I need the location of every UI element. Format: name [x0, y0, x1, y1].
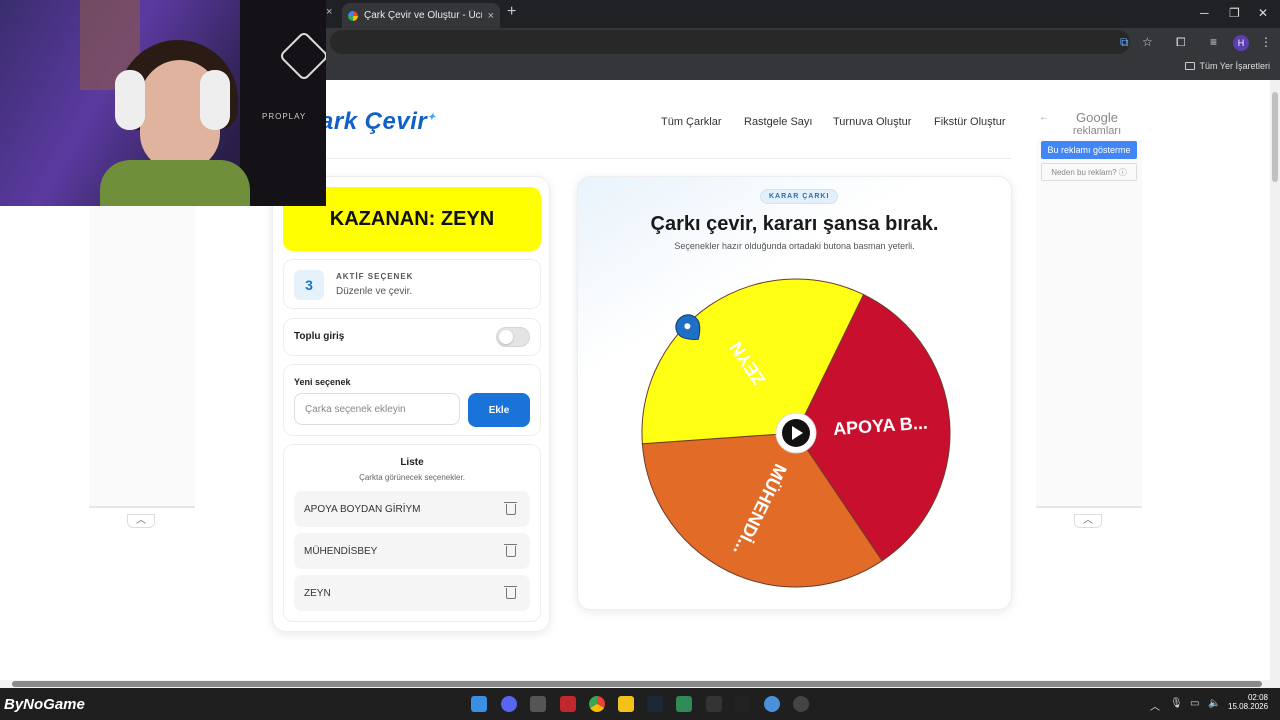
display-icon[interactable]: ▭ [1190, 698, 1199, 709]
bookmark-star-icon[interactable]: ☆ [1142, 35, 1153, 49]
headphone-icon [115, 70, 145, 130]
active-subtitle: Düzenle ve çevir. [336, 286, 413, 297]
list-item[interactable]: APOYA BOYDAN GİRİYM [294, 491, 530, 527]
nav-fixture[interactable]: Fikstür Oluştur [934, 116, 1006, 128]
list-item[interactable]: MÜHENDİSBEY [294, 533, 530, 569]
ad-subtitle: reklamları [1072, 125, 1122, 137]
window-close-icon[interactable]: ✕ [1258, 6, 1268, 20]
why-ad-button[interactable]: Neden bu reklam? ⓘ [1041, 163, 1137, 181]
list-item-label: MÜHENDİSBEY [304, 545, 378, 557]
capcut-icon[interactable] [706, 696, 722, 712]
webcam-overlay: PROPLAY [0, 0, 326, 206]
new-option-card: Yeni seçenek Ekle [283, 364, 541, 436]
trash-icon[interactable] [504, 501, 517, 515]
list-item-label: APOYA BOYDAN GİRİYM [304, 503, 421, 515]
right-ad-slot [1036, 140, 1142, 508]
bulk-entry-label: Toplu giriş [294, 331, 345, 342]
chair-brand: PROPLAY [262, 112, 307, 121]
add-option-button[interactable]: Ekle [468, 393, 530, 427]
headphone-icon [200, 70, 230, 130]
nav-all-wheels[interactable]: Tüm Çarklar [661, 116, 722, 128]
list-subtitle: Çarkta görünecek seçenekler. [359, 473, 465, 482]
webcam-shirt [100, 160, 250, 206]
logo-star-icon: ✦ [427, 112, 437, 123]
ad-brand: Google [1076, 110, 1118, 125]
translate-icon[interactable]: ⧉ [1120, 35, 1129, 50]
minimize-icon[interactable]: ─ [1200, 6, 1209, 20]
back-arrow-icon[interactable]: ← [1039, 112, 1049, 123]
close-icon[interactable]: × [326, 6, 332, 18]
clock[interactable]: 02:08 15.08.2026 [1228, 693, 1268, 711]
tray-chevron-icon[interactable]: ︿ [1150, 698, 1160, 713]
favicon-icon [348, 10, 358, 21]
discord-icon[interactable] [501, 696, 517, 712]
play-app-icon[interactable] [676, 696, 692, 712]
new-option-label: Yeni seçenek [294, 377, 351, 387]
wheel-badge: KARAR ÇARKI [760, 189, 839, 204]
restore-icon[interactable]: ❐ [1229, 6, 1240, 20]
horizontal-scrollbar[interactable] [0, 680, 1280, 688]
chrome-icon[interactable] [589, 696, 605, 712]
bulk-entry-card: Toplu giriş [283, 318, 541, 356]
wheel-title: Çarkı çevir, kararı şansa bırak. [650, 213, 939, 235]
chevron-up-icon[interactable]: ︿ [127, 514, 155, 528]
webcam-chair [240, 0, 326, 206]
trash-icon[interactable] [504, 543, 517, 557]
profile-avatar[interactable]: H [1233, 35, 1249, 51]
microphone-icon[interactable]: 🎙 [1170, 698, 1183, 709]
site-logo[interactable]: ark Çevir✦ [320, 108, 436, 136]
windows-start-icon[interactable] [471, 696, 487, 712]
options-list-card: Liste Çarkta görünecek seçenekler. APOYA… [283, 444, 541, 622]
tab-title: Çark Çevir ve Oluştur - Ücretsiz [364, 10, 482, 21]
active-count: 3 [294, 270, 324, 300]
logo-text: ark Çevir [320, 108, 428, 135]
nav-random-number[interactable]: Rastgele Sayı [744, 116, 812, 128]
all-bookmarks[interactable]: Tüm Yer İşaretleri [1185, 61, 1270, 71]
taskbar: ByNoGame ︿ 🎙 ▭ 🔈 02:08 15.08.2026 [0, 688, 1280, 720]
decision-wheel[interactable]: APOYA B...MÜHENDİ...ZEYN [640, 277, 952, 589]
menu-icon[interactable]: ⋮ [1260, 35, 1272, 49]
tab-close-icon[interactable]: × [488, 10, 494, 22]
extensions-icon[interactable]: ⧠ [1176, 35, 1186, 50]
epic-games-icon[interactable] [735, 696, 751, 712]
trash-icon[interactable] [504, 585, 517, 599]
options-panel: KAZANAN: ZEYN 3 AKTİF SEÇENEK Düzenle ve… [272, 176, 550, 632]
scroll-thumb[interactable] [12, 681, 1262, 687]
clock-date: 15.08.2026 [1228, 702, 1269, 711]
media-icon[interactable]: ≡ [1210, 35, 1217, 49]
new-option-input[interactable] [294, 393, 460, 425]
list-title: Liste [400, 457, 424, 468]
all-bookmarks-label: Tüm Yer İşaretleri [1199, 61, 1270, 71]
vertical-scrollbar[interactable] [1270, 80, 1280, 680]
active-options-card: 3 AKTİF SEÇENEK Düzenle ve çevir. [283, 259, 541, 309]
store-icon[interactable] [530, 696, 546, 712]
toggle-knob [499, 330, 513, 344]
active-title: AKTİF SEÇENEK [336, 272, 414, 281]
google-ad: ← Google reklamları Bu reklamı gösterme … [1037, 110, 1141, 181]
steam-icon[interactable] [647, 696, 663, 712]
file-explorer-icon[interactable] [618, 696, 634, 712]
scroll-thumb[interactable] [1272, 92, 1278, 182]
bynogame-logo: ByNoGame [4, 696, 85, 713]
new-tab-button[interactable]: + [507, 3, 516, 21]
volume-icon[interactable]: 🔈 [1208, 698, 1220, 709]
chevron-up-icon[interactable]: ︿ [1074, 514, 1102, 528]
folder-icon [1185, 62, 1196, 70]
spin-button[interactable] [775, 412, 817, 454]
bulk-entry-toggle[interactable] [496, 327, 530, 347]
network-app-icon[interactable] [764, 696, 780, 712]
hide-ad-button[interactable]: Bu reklamı gösterme [1041, 141, 1137, 159]
clock-time: 02:08 [1247, 693, 1268, 702]
nav-tournament[interactable]: Turnuva Oluştur [833, 116, 911, 128]
wheel-panel: KARAR ÇARKI Çarkı çevir, kararı şansa bı… [577, 176, 1012, 610]
browser-tab-active[interactable]: Çark Çevir ve Oluştur - Ücretsiz × [342, 3, 500, 28]
list-item-label: ZEYN [304, 587, 331, 599]
address-bar[interactable] [330, 30, 1130, 54]
header-divider [320, 158, 1012, 159]
list-item[interactable]: ZEYN [294, 575, 530, 611]
app-icon[interactable] [560, 696, 576, 712]
wheel-subtitle: Seçenekler hazır olduğunda ortadaki buto… [674, 241, 915, 251]
obs-icon[interactable] [793, 696, 809, 712]
